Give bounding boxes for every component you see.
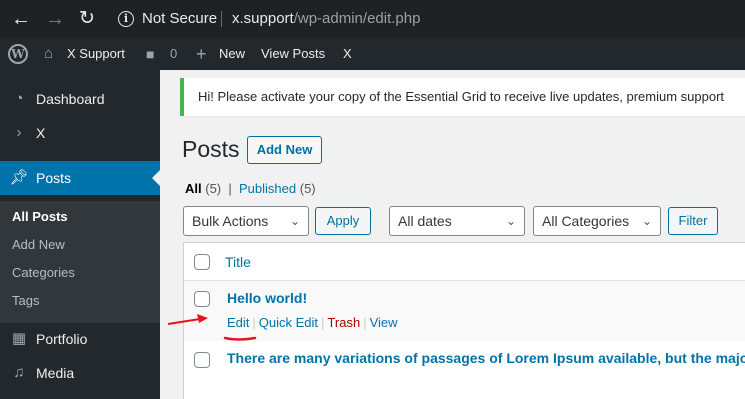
active-indicator (152, 170, 160, 186)
new-content-link[interactable]: New (219, 38, 245, 70)
column-title-header[interactable]: Title (225, 254, 251, 270)
view-published-link[interactable]: Published (5) (239, 181, 316, 196)
view-published-label: Published (239, 181, 297, 196)
view-all-count: (5) (205, 181, 222, 196)
row-checkbox[interactable] (194, 352, 210, 368)
sidebar-item-label: Media (36, 365, 75, 381)
sidebar-item-label: Dashboard (36, 91, 105, 107)
comment-icon[interactable]: ■ (146, 38, 154, 70)
sidebar-item-x[interactable]: › X (0, 116, 160, 150)
back-arrow-icon[interactable]: ← (10, 8, 32, 30)
action-separator: | (252, 315, 256, 330)
reload-icon[interactable]: ↻ (76, 8, 98, 30)
row-actions: Edit | Quick Edit | Trash | View (227, 315, 398, 330)
table-row: There are many variations of passages of… (184, 341, 745, 399)
submenu-add-new[interactable]: Add New (12, 237, 65, 252)
sidebar-item-dashboard[interactable]: ◔ Dashboard (0, 82, 160, 116)
portfolio-icon: ▦ (11, 330, 27, 347)
add-new-button[interactable]: Add New (247, 136, 322, 164)
info-icon[interactable]: i (118, 11, 134, 27)
action-separator: | (363, 315, 367, 330)
view-published-count: (5) (299, 181, 316, 196)
sidebar-item-posts[interactable]: 📌︎ Posts (0, 161, 160, 195)
bulk-actions-value: Bulk Actions (192, 213, 269, 229)
edit-link[interactable]: Edit (227, 315, 249, 330)
submenu-categories[interactable]: Categories (12, 265, 75, 280)
security-label: Not Secure (142, 10, 218, 27)
sidebar-item-label: Posts (36, 170, 72, 186)
post-status-views: All (5) | Published (5) (185, 181, 316, 196)
table-row: Hello world! Edit | Quick Edit | Trash | View (184, 281, 745, 341)
submenu-tags[interactable]: Tags (12, 293, 39, 308)
sidebar-item-media[interactable]: ♫ Media (0, 356, 160, 390)
categories-filter-select[interactable]: All Categories ⌄ (533, 206, 661, 236)
trash-link[interactable]: Trash (327, 315, 360, 330)
view-all-label: All (185, 181, 202, 196)
url-divider (221, 11, 222, 27)
url-text[interactable]: x.support/wp-admin/edit.php (232, 10, 420, 27)
posts-table: Title Hello world! Edit | Quick Edit | Trash… (183, 242, 745, 399)
categories-filter-value: All Categories (542, 213, 630, 229)
media-icon: ♫ (13, 364, 25, 381)
wordpress-logo-icon[interactable]: W (8, 44, 28, 64)
action-separator: | (321, 315, 325, 330)
submenu-all-posts[interactable]: All Posts (12, 209, 68, 224)
chevron-down-icon: ⌄ (505, 214, 516, 228)
chevron-right-icon: › (16, 124, 22, 141)
x-theme-link[interactable]: X (343, 38, 352, 70)
home-icon[interactable]: ⌂ (44, 38, 53, 70)
posts-submenu: All Posts Add New Categories Tags (0, 201, 160, 323)
filter-button[interactable]: Filter (668, 207, 718, 235)
view-link[interactable]: View (370, 315, 398, 330)
quick-edit-link[interactable]: Quick Edit (259, 315, 318, 330)
select-all-checkbox[interactable] (194, 254, 210, 270)
apply-button[interactable]: Apply (315, 207, 371, 235)
view-posts-link[interactable]: View Posts (261, 38, 325, 70)
post-title-link[interactable]: Hello world! (227, 290, 307, 306)
view-separator: | (228, 181, 232, 196)
dashboard-icon: ◔ (14, 90, 24, 107)
chevron-down-icon: ⌄ (289, 214, 300, 228)
page-title: Posts (182, 136, 240, 162)
table-header: Title (184, 243, 745, 281)
sidebar-item-label: X (36, 125, 46, 141)
browser-toolbar: ← → ↻ i Not Secure x.support/wp-admin/ed… (0, 0, 745, 38)
chevron-down-icon: ⌄ (641, 214, 652, 228)
forward-arrow-icon[interactable]: → (44, 8, 66, 30)
sidebar-item-portfolio[interactable]: ▦ Portfolio (0, 322, 160, 356)
post-title-link[interactable]: There are many variations of passages of… (227, 350, 745, 366)
sidebar-item-label: Portfolio (36, 331, 88, 347)
view-all-link[interactable]: All (5) (185, 181, 221, 196)
bulk-actions-select[interactable]: Bulk Actions ⌄ (183, 206, 309, 236)
admin-sidebar: ◔ Dashboard › X 📌︎ Posts All Posts Add N… (0, 70, 160, 399)
row-checkbox[interactable] (194, 291, 210, 307)
url-host: x.support (232, 10, 294, 27)
main-content: Hi! Please activate your copy of the Ess… (160, 70, 745, 399)
activation-notice: Hi! Please activate your copy of the Ess… (180, 78, 745, 116)
site-name-link[interactable]: X Support (67, 38, 125, 70)
plus-icon[interactable]: + (196, 38, 207, 70)
address-bar[interactable]: i Not Secure x.support/wp-admin/edit.php (108, 4, 745, 34)
dates-filter-value: All dates (398, 213, 452, 229)
pushpin-icon: 📌︎ (9, 169, 29, 186)
admin-bar: W ⌂ X Support ■ 0 + New View Posts X (0, 38, 745, 70)
comment-count[interactable]: 0 (170, 38, 177, 70)
dates-filter-select[interactable]: All dates ⌄ (389, 206, 525, 236)
url-path: /wp-admin/edit.php (293, 10, 421, 27)
